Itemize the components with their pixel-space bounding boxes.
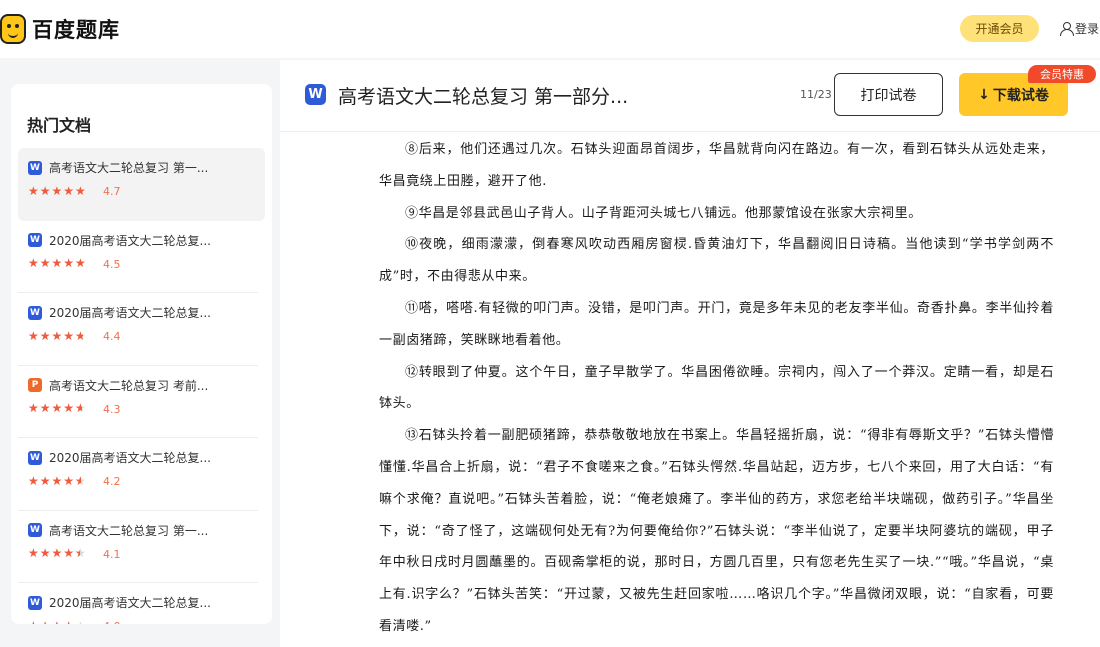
star-icons-filled: ★★★★★: [28, 183, 87, 198]
hot-doc-title: 2020届高考语文大二轮总复...: [49, 596, 211, 610]
star-icons-filled: ★★★★★: [28, 401, 83, 415]
document-paragraph: ⑨华昌是邻县武邑山子背人。山子背距河头城七八铺远。他那蒙馆设在张家大宗祠里。: [405, 205, 922, 221]
hot-doc-title: 高考语文大二轮总复习 第一...: [49, 161, 209, 175]
rating-score: 4.1: [103, 547, 121, 561]
hot-doc-title: 2020届高考语文大二轮总复...: [49, 451, 211, 465]
document-viewer: W 高考语文大二轮总复习 第一部分... 11/23 打印试卷 ↓ 下载试卷 会…: [280, 60, 1100, 647]
document-paragraph: ⑪嗒，嗒嗒.有轻微的叩门声。没错，是叩门声。开门，竟是多年未见的老友李半仙。奇香…: [379, 300, 1054, 348]
rating-score: 4.7: [103, 185, 121, 198]
word-doc-icon: W: [305, 84, 326, 105]
page-indicator: 11/23: [800, 88, 832, 101]
logo-text: 百度题库: [32, 18, 120, 42]
word-doc-icon: W: [28, 450, 42, 465]
star-icons-filled: ★★★★★: [28, 256, 85, 270]
user-icon: [1060, 22, 1074, 36]
document-header: W 高考语文大二轮总复习 第一部分... 11/23 打印试卷 ↓ 下载试卷 会…: [280, 60, 1100, 132]
login-button[interactable]: 登录: [1060, 20, 1099, 37]
document-title: 高考语文大二轮总复习 第一部分...: [338, 86, 629, 108]
hot-doc-item[interactable]: W 2020届高考语文大二轮总复... ★★★★★★★★★★ 4.0: [18, 583, 258, 624]
word-doc-icon: W: [28, 305, 42, 320]
hot-doc-title: 高考语文大二轮总复习 第一...: [49, 523, 209, 538]
login-label: 登录: [1075, 22, 1100, 36]
baidu-tiku-logo[interactable]: 百度题库: [0, 14, 120, 44]
rating-stars: ★★★★★★★★★★: [28, 328, 91, 343]
document-body: ⑧后来，他们还遇过几次。石钵头迎面昂首阔步，华昌就背向闪在路边。有一次，看到石钵…: [379, 134, 1054, 643]
hot-doc-item[interactable]: W 2020届高考语文大二轮总复... ★★★★★ ★★★★★ 4.5: [18, 221, 258, 293]
vip-discount-tag: 会员特惠: [1028, 65, 1096, 83]
rating-stars: ★★★★★★★★★★: [28, 473, 91, 488]
top-bar: 百度题库 开通会员 登录: [0, 0, 1100, 58]
rating-stars: ★★★★★★★★★★: [28, 618, 91, 625]
star-icons-filled: ★★★★★: [28, 473, 81, 488]
word-doc-icon: W: [28, 233, 42, 247]
rating-score: 4.0: [103, 620, 121, 624]
hot-doc-title: 2020届高考语文大二轮总复...: [49, 233, 211, 248]
logo-icon: [0, 14, 26, 44]
rating-score: 4.4: [103, 330, 121, 343]
rating-score: 4.2: [103, 475, 121, 488]
word-doc-icon: W: [28, 595, 42, 610]
star-icons-filled: ★★★★★: [28, 546, 80, 560]
hot-doc-item[interactable]: W 2020届高考语文大二轮总复... ★★★★★ ★★★★★ 4.4: [18, 293, 258, 366]
document-paragraph: ⑬石钵头拎着一副肥硕猪蹄，恭恭敬敬地放在书案上。华昌轻摇折扇，说：“得非有辱斯文…: [379, 428, 1054, 634]
rating-stars: ★★★★★★★★★★: [28, 183, 91, 198]
word-doc-icon: W: [28, 160, 42, 175]
hot-doc-item[interactable]: W 2020届高考语文大二轮总复... ★★★★★★★★★★ 4.2: [18, 438, 258, 511]
ppt-doc-icon: P: [28, 378, 42, 392]
hot-docs-list: W 高考语文大二轮总复习 第一... ★★★★★ ★★★★★ 4.7 W 2020届高考语文…: [18, 148, 265, 624]
rating-score: 4.5: [103, 257, 121, 271]
rating-stars: ★★★★★★★★★★: [28, 546, 91, 560]
rating-stars: ★★★★★★★★★★: [28, 256, 91, 270]
hot-doc-item[interactable]: P 高考语文大二轮总复习 考前... ★★★★★ ★★★★★ 4.3: [18, 366, 258, 438]
hot-doc-title: 2020届高考语文大二轮总复...: [49, 306, 211, 320]
rating-score: 4.3: [103, 402, 121, 416]
document-paragraph: ⑩夜晚，细雨濛濛，倒春寒风吹动西厢房窗棂.昏黄油灯下，华昌翻阅旧日诗稿。当他读到…: [379, 237, 1054, 285]
print-exam-button[interactable]: 打印试卷: [834, 73, 943, 116]
hot-doc-item[interactable]: W 高考语文大二轮总复习 第一... ★★★★★★★★★★ 4.1: [18, 511, 258, 583]
rating-stars: ★★★★★★★★★★: [28, 401, 91, 415]
download-label: 下载试卷: [992, 87, 1049, 104]
star-icons-filled: ★★★★★: [28, 328, 84, 343]
open-vip-button[interactable]: 开通会员: [960, 15, 1039, 42]
star-icons-filled: ★★★★★: [28, 618, 78, 625]
word-doc-icon: W: [28, 523, 42, 537]
hot-doc-item[interactable]: W 高考语文大二轮总复习 第一... ★★★★★ ★★★★★ 4.7: [18, 148, 265, 221]
hot-doc-title: 高考语文大二轮总复习 考前...: [49, 378, 209, 393]
download-arrow-icon: ↓: [978, 86, 990, 103]
sidebar-title: 热门文档: [27, 116, 92, 135]
document-paragraph: ⑫转眼到了仲夏。这个午日，童子早散学了。华昌困倦欲睡。宗祠内，闯入了一个莽汉。定…: [379, 364, 1054, 412]
document-paragraph: ⑧后来，他们还遇过几次。石钵头迎面昂首阔步，华昌就背向闪在路边。有一次，看到石钵…: [379, 142, 1054, 189]
hot-docs-sidebar: 热门文档 W 高考语文大二轮总复习 第一... ★★★★★ ★★★★★ 4.7 W 2020…: [11, 84, 272, 624]
